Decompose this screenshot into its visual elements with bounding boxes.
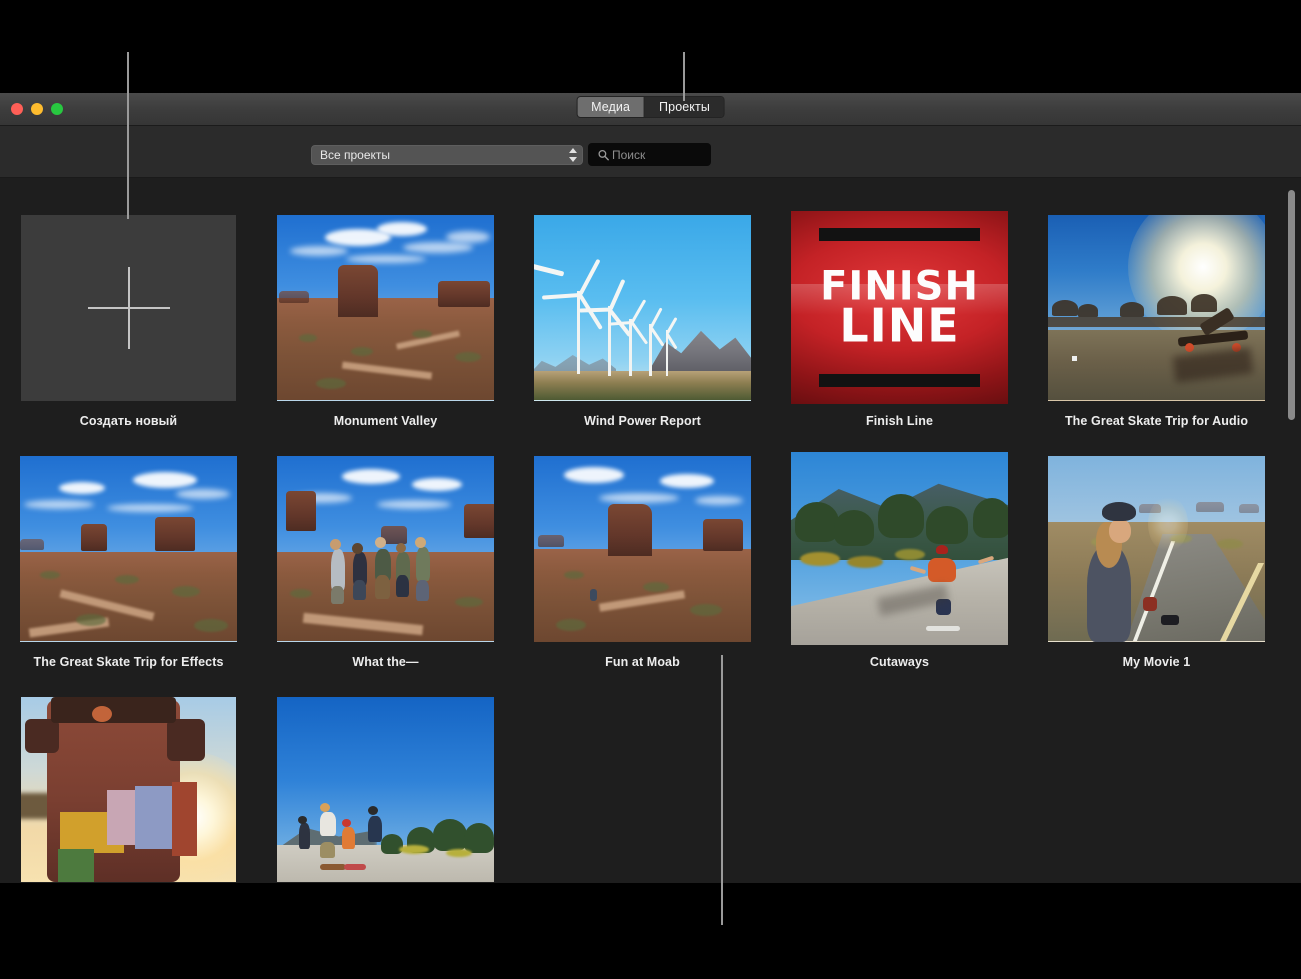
project-tile[interactable]: Cutaways xyxy=(784,452,1015,669)
girl-on-road-photo xyxy=(1048,455,1265,642)
project-tile[interactable]: The Great Skate Trip for Effects xyxy=(13,452,244,669)
search-placeholder-text: Поиск xyxy=(612,147,646,162)
tab-media[interactable]: Медиа xyxy=(577,97,646,117)
project-filter-value: Все проекты xyxy=(320,148,391,162)
callout-line-top xyxy=(683,52,685,101)
thumbnail-container xyxy=(270,452,501,645)
walking-skaters-photo xyxy=(277,696,494,882)
skateboard-deck-macro-photo xyxy=(21,696,236,882)
thumbnail-container xyxy=(270,211,501,404)
thumbnail-container: FINISH LINE xyxy=(784,211,1015,404)
imovie-window: Медиа Проекты Все проекты Поиск Создать … xyxy=(0,93,1301,883)
traffic-light-buttons xyxy=(11,103,63,115)
project-tile-create-new[interactable]: Создать новый xyxy=(13,211,244,428)
project-tile-label: Wind Power Report xyxy=(584,414,701,428)
project-tile-label: Finish Line xyxy=(865,414,934,428)
project-tile[interactable] xyxy=(270,693,501,882)
callout-line-left xyxy=(127,52,129,219)
skater-downhill-photo xyxy=(791,452,1008,645)
project-tile[interactable]: My Movie 1 xyxy=(1041,452,1272,669)
project-tile-label: The Great Skate Trip for Audio xyxy=(1064,414,1249,428)
thumbnail-container xyxy=(13,211,244,404)
project-tile[interactable]: FINISH LINE Finish Line xyxy=(784,211,1015,428)
thumbnail-container xyxy=(13,693,244,882)
finish-line-title-card: FINISH LINE xyxy=(791,211,1008,404)
project-tile[interactable] xyxy=(13,693,244,882)
moab-mesa-photo xyxy=(534,455,751,642)
projects-scroll-area[interactable]: Создать новый Monument Valley Wind Power… xyxy=(0,178,1301,882)
thumbnail-container xyxy=(527,452,758,645)
project-tile-label: The Great Skate Trip for Effects xyxy=(33,655,224,669)
vertical-scrollbar-track[interactable] xyxy=(1286,178,1297,882)
project-tile[interactable]: Monument Valley xyxy=(270,211,501,428)
search-input[interactable]: Поиск xyxy=(588,143,711,166)
group-jumping-photo xyxy=(277,455,494,642)
project-filter-popup[interactable]: Все проекты xyxy=(311,145,583,165)
thumbnail-container xyxy=(527,211,758,404)
wind-turbines-photo xyxy=(534,214,751,401)
search-icon xyxy=(598,149,609,160)
view-mode-segmented-control[interactable]: Медиа Проекты xyxy=(576,96,725,118)
thumbnail-container xyxy=(270,693,501,882)
thumbnail-container xyxy=(1041,211,1272,404)
thumbnail-container xyxy=(13,452,244,645)
close-window-button[interactable] xyxy=(11,103,23,115)
window-title-bar: Медиа Проекты xyxy=(0,93,1301,126)
project-tile-label: Cutaways xyxy=(869,655,930,669)
vertical-scrollbar-thumb[interactable] xyxy=(1288,190,1295,420)
project-tile-label: Fun at Moab xyxy=(605,655,680,669)
thumbnail-container xyxy=(784,452,1015,645)
project-tile[interactable]: Wind Power Report xyxy=(527,211,758,428)
callout-line-bottom xyxy=(721,655,723,925)
desert-mesa-photo xyxy=(277,214,494,401)
project-tile-label: Monument Valley xyxy=(333,414,438,428)
plus-icon xyxy=(21,214,236,401)
project-tile-label: Создать новый xyxy=(79,414,178,428)
thumbnail-container xyxy=(1041,452,1272,645)
sunset-skateboard-photo xyxy=(1048,214,1265,401)
chevron-up-down-icon xyxy=(568,148,577,162)
project-tile[interactable]: Fun at Moab xyxy=(527,452,758,669)
project-tile-label: What the— xyxy=(352,655,419,669)
minimize-window-button[interactable] xyxy=(31,103,43,115)
project-tile[interactable]: What the— xyxy=(270,452,501,669)
monument-valley-vista-photo xyxy=(20,455,237,642)
projects-filter-bar: Все проекты Поиск xyxy=(0,126,1301,178)
zoom-window-button[interactable] xyxy=(51,103,63,115)
projects-grid: Создать новый Monument Valley Wind Power… xyxy=(13,178,1301,882)
project-tile[interactable]: The Great Skate Trip for Audio xyxy=(1041,211,1272,428)
project-tile-label: My Movie 1 xyxy=(1122,655,1191,669)
